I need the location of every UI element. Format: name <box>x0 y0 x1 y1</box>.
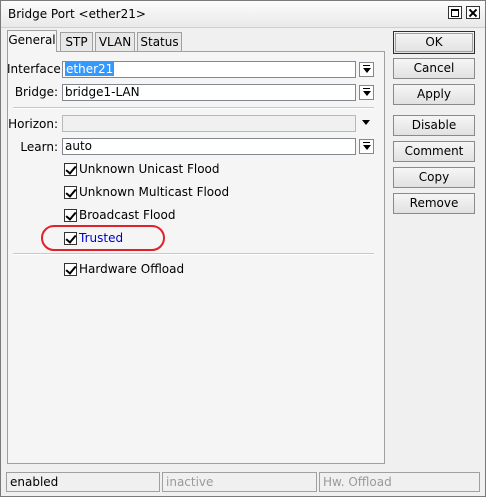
interface-label: Interface: <box>7 62 65 76</box>
status-hw-offload: Hw. Offload <box>319 472 480 492</box>
hardware-offload-label: Hardware Offload <box>79 262 185 276</box>
general-tab-panel <box>7 51 385 464</box>
ok-button[interactable]: OK <box>393 31 475 54</box>
tab-stp[interactable]: STP <box>60 32 93 51</box>
learn-dropdown-icon[interactable] <box>359 139 374 154</box>
broadcast-flood-label: Broadcast Flood <box>79 208 176 222</box>
unknown-unicast-flood-checkbox[interactable] <box>64 163 77 176</box>
title-bar[interactable]: Bridge Port <ether21> <box>1 1 485 28</box>
trusted-highlight-annotation <box>41 225 165 251</box>
disable-button[interactable]: Disable <box>393 115 475 136</box>
unknown-unicast-flood-label: Unknown Unicast Flood <box>79 162 220 176</box>
separator <box>13 107 374 109</box>
maximize-icon[interactable] <box>448 6 462 19</box>
unknown-multicast-flood-label: Unknown Multicast Flood <box>79 185 230 199</box>
status-running: inactive <box>162 472 317 492</box>
learn-select[interactable]: auto <box>62 138 356 155</box>
horizon-dropdown-icon[interactable] <box>359 116 374 131</box>
horizon-label: Horizon: <box>8 117 58 131</box>
comment-button[interactable]: Comment <box>393 141 475 162</box>
hardware-offload-checkbox[interactable] <box>64 263 77 276</box>
broadcast-flood-checkbox[interactable] <box>64 209 77 222</box>
window-title: Bridge Port <ether21> <box>8 7 146 21</box>
separator <box>13 253 374 255</box>
cancel-button[interactable]: Cancel <box>393 58 475 79</box>
tab-vlan[interactable]: VLAN <box>95 32 135 51</box>
interface-value: ether21 <box>65 62 115 76</box>
tab-general[interactable]: General <box>7 30 57 52</box>
remove-button[interactable]: Remove <box>393 193 475 214</box>
bridge-dropdown-icon[interactable] <box>359 85 374 100</box>
bridge-port-dialog: Bridge Port <ether21> General STP VLAN S… <box>0 0 486 497</box>
interface-dropdown-icon[interactable] <box>359 62 374 77</box>
close-icon[interactable] <box>466 6 480 19</box>
interface-select[interactable]: ether21 <box>62 61 356 78</box>
bridge-select[interactable]: bridge1-LAN <box>62 84 356 101</box>
status-enabled: enabled <box>6 472 160 492</box>
tab-status[interactable]: Status <box>137 32 182 51</box>
copy-button[interactable]: Copy <box>393 167 475 188</box>
learn-label: Learn: <box>20 140 58 154</box>
unknown-multicast-flood-checkbox[interactable] <box>64 186 77 199</box>
horizon-input[interactable] <box>62 115 356 132</box>
bridge-label: Bridge: <box>14 85 58 99</box>
apply-button[interactable]: Apply <box>393 84 475 105</box>
